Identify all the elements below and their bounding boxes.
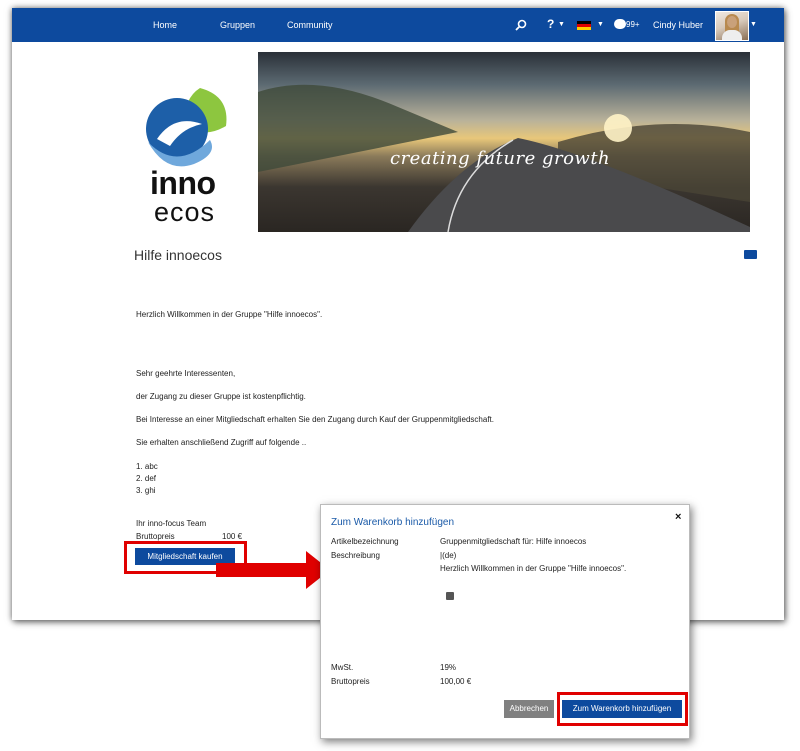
arrow-annotation <box>216 563 308 577</box>
gross-price-value: 100,00 € <box>440 677 472 686</box>
article-label: Artikelbezeichnung <box>331 537 399 546</box>
chevron-down-icon[interactable]: ▼ <box>597 21 604 28</box>
image-icon <box>446 592 454 600</box>
salutation-text: Sehr geehrte Interessenten, <box>136 369 236 378</box>
top-navigation: Home Gruppen Community ? ▼ ▼ 99+ Cindy H… <box>12 8 784 42</box>
help-icon[interactable]: ? <box>547 17 554 31</box>
cancel-button[interactable]: Abbrechen <box>504 700 554 718</box>
paragraph-access: der Zugang zu dieser Gruppe ist kostenpf… <box>136 392 306 401</box>
list-item: 2. def <box>136 474 157 483</box>
logo-text-ecos: ecos <box>154 197 216 227</box>
welcome-text: Herzlich Willkommen in der Gruppe "Hilfe… <box>136 310 323 319</box>
price-label: Bruttopreis <box>136 532 175 541</box>
nav-community[interactable]: Community <box>287 8 333 42</box>
paragraph-access-list: Sie erhalten anschließend Zugriff auf fo… <box>136 438 307 447</box>
avatar[interactable] <box>715 11 749 41</box>
modal-title: Zum Warenkorb hinzufügen <box>331 517 455 528</box>
page-title: Hilfe innoecos <box>134 247 222 263</box>
vat-label: MwSt. <box>331 663 354 672</box>
chevron-down-icon[interactable]: ▼ <box>750 21 757 28</box>
chat-bubble-icon[interactable] <box>614 19 626 29</box>
signature-text: Ihr inno-focus Team <box>136 519 207 528</box>
header-banner: creating future growth <box>258 52 750 232</box>
description-lang: |(de) <box>440 551 457 560</box>
chevron-down-icon[interactable]: ▼ <box>558 21 565 28</box>
description-label: Beschreibung <box>331 551 380 560</box>
list-item: 1. abc <box>136 462 158 471</box>
search-icon[interactable] <box>515 19 527 31</box>
article-value: Gruppenmitgliedschaft für: Hilfe innoeco… <box>440 537 587 546</box>
banner-tagline: creating future growth <box>390 148 611 169</box>
gross-price-label: Bruttopreis <box>331 677 370 686</box>
description-text: Herzlich Willkommen in der Gruppe "Hilfe… <box>440 564 627 573</box>
notification-count: 99+ <box>626 20 640 29</box>
highlight-box <box>557 692 688 726</box>
list-item: 3. ghi <box>136 486 156 495</box>
user-name[interactable]: Cindy Huber <box>653 8 703 42</box>
close-icon[interactable]: × <box>675 511 681 523</box>
price-value: 100 € <box>222 532 243 541</box>
paragraph-membership: Bei Interesse an einer Mitgliedschaft er… <box>136 415 494 424</box>
nav-groups[interactable]: Gruppen <box>220 8 255 42</box>
nav-home[interactable]: Home <box>153 8 177 42</box>
vat-value: 19% <box>440 663 457 672</box>
flag-de-icon[interactable] <box>577 21 591 30</box>
mail-icon[interactable] <box>744 250 757 259</box>
